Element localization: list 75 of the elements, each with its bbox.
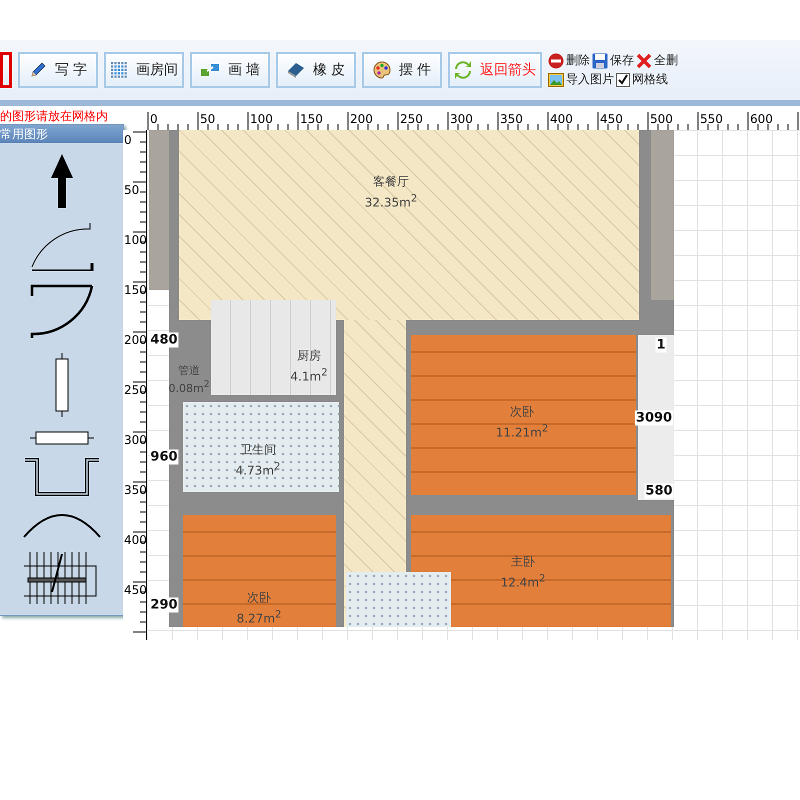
door-arc-icon[interactable]	[30, 220, 94, 271]
palette-icon	[372, 61, 391, 79]
refresh-icon	[454, 61, 472, 79]
dimension-label: 580	[644, 484, 674, 498]
ruler-label: 300	[124, 433, 146, 447]
ruler-label: 600	[750, 112, 773, 126]
dimension-label: 3090	[634, 410, 674, 426]
window-icon[interactable]	[54, 353, 70, 418]
action-link[interactable]: 保存	[610, 52, 634, 69]
room-name: 厨房	[297, 348, 321, 364]
ruler-label: 250	[124, 383, 146, 397]
tool-button[interactable]: 摆 件	[362, 52, 442, 88]
ruler-label: 400	[550, 112, 573, 126]
ruler-label: 250	[400, 112, 423, 126]
dimension-label: 1	[655, 338, 667, 352]
tool-button[interactable]: 橡 皮	[276, 52, 356, 88]
ruler-label: 300	[450, 112, 473, 126]
checkbox[interactable]	[616, 72, 630, 86]
eraser-icon	[286, 62, 305, 78]
room-area: 12.4m$^{2}$	[500, 570, 546, 592]
room-area: 32.35m$^{2}$	[364, 190, 418, 212]
room-name: 次卧	[510, 404, 534, 420]
ruler-label: 550	[700, 112, 723, 126]
hint-text: 的图形请放在网格内	[0, 108, 109, 124]
room-area: 11.21m$^{2}$	[496, 420, 548, 442]
tool-button[interactable]: 返回箭头	[448, 52, 542, 88]
ruler-label: 200	[350, 112, 373, 126]
pencil-icon	[28, 61, 47, 79]
save-icon	[592, 52, 608, 68]
action-link[interactable]: 网格线	[632, 71, 668, 88]
door-arc-icon[interactable]	[30, 284, 94, 340]
close-icon	[636, 52, 652, 68]
ruler-label: 450	[124, 583, 146, 597]
ruler-label: 50	[200, 112, 216, 126]
tool-button[interactable]: 画房间	[104, 52, 184, 88]
room-name: 主卧	[511, 554, 535, 570]
ruler-label: 200	[124, 333, 146, 347]
tool-button[interactable]: 画 墙	[190, 52, 270, 88]
ruler-label: 50	[124, 183, 140, 197]
action-link[interactable]: 全删	[654, 52, 678, 69]
ruler-label: 400	[124, 533, 146, 547]
link-icon	[200, 62, 220, 78]
tool-button[interactable]	[0, 52, 12, 88]
dimension-label: 290	[149, 598, 179, 612]
action-link[interactable]: 导入图片	[566, 71, 614, 88]
action-link[interactable]: 删除	[566, 52, 590, 69]
ruler-label: 350	[500, 112, 523, 126]
panel-title: 常用图形	[0, 125, 123, 143]
ruler-label: 0	[124, 133, 132, 147]
ruler-label: 350	[124, 483, 146, 497]
arrow-icon[interactable]	[50, 154, 74, 208]
room-name: 卫生间	[240, 442, 276, 458]
grid-icon	[110, 61, 128, 79]
ruler-label: 150	[124, 283, 146, 297]
room-area: 4.1m$^{2}$	[290, 364, 328, 386]
room-area: 0.08m$^{2}$	[168, 378, 210, 396]
image-icon	[548, 72, 564, 86]
ruler-label: 100	[250, 112, 273, 126]
room-area: 8.27m$^{2}$	[236, 606, 282, 627]
stairs-icon[interactable]	[24, 552, 100, 604]
minus-circle-icon	[548, 52, 564, 68]
room-name: 次卧	[247, 590, 271, 606]
room-area: 4.73m$^{2}$	[236, 458, 280, 480]
window-icon[interactable]	[30, 430, 94, 445]
room-name: 客餐厅	[373, 174, 409, 190]
wall-channel-icon[interactable]	[24, 458, 100, 496]
dimension-label: 480	[149, 332, 179, 348]
ruler-label: 150	[300, 112, 323, 126]
ruler-label: 100	[124, 233, 146, 247]
tool-button[interactable]: 写 字	[18, 52, 98, 88]
ruler-label: 450	[600, 112, 623, 126]
dimension-label: 960	[149, 450, 179, 464]
ruler-label: 0	[150, 112, 158, 126]
ruler-label: 500	[650, 112, 673, 126]
room-name: 管道	[178, 364, 200, 378]
